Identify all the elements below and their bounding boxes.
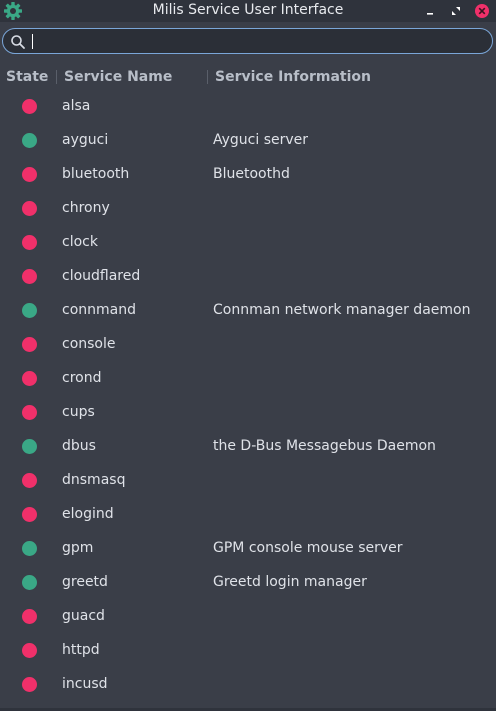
service-name: dnsmasq — [62, 472, 126, 488]
service-name: cups — [62, 404, 95, 420]
table-row[interactable]: ayguci Ayguci server — [0, 124, 496, 158]
status-indicator — [22, 201, 37, 216]
table-row[interactable]: alsa — [0, 90, 496, 124]
maximize-button[interactable] — [447, 2, 465, 20]
service-name: bluetooth — [62, 166, 130, 182]
service-name: connmand — [62, 302, 136, 318]
status-indicator — [22, 541, 37, 556]
service-information: the D-Bus Messagebus Daemon — [213, 438, 436, 454]
service-name: incusd — [62, 676, 108, 692]
title-bar: Milis Service User Interface — [0, 0, 496, 22]
service-information: Bluetoothd — [213, 166, 290, 182]
table-row[interactable]: crond — [0, 362, 496, 396]
table-row[interactable]: dnsmasq — [0, 464, 496, 498]
status-indicator — [22, 507, 37, 522]
status-indicator — [22, 167, 37, 182]
close-icon — [475, 4, 489, 18]
status-indicator — [22, 677, 37, 692]
table-row[interactable]: connmand Connman network manager daemon — [0, 294, 496, 328]
table-row[interactable]: cups — [0, 396, 496, 430]
service-name: httpd — [62, 642, 100, 658]
status-indicator — [22, 303, 37, 318]
search-input[interactable] — [31, 31, 486, 51]
service-name: greetd — [62, 574, 108, 590]
table-row[interactable]: elogind — [0, 498, 496, 532]
search-bar[interactable] — [2, 28, 493, 54]
table-row[interactable]: gpm GPM console mouse server — [0, 532, 496, 566]
table-row[interactable]: console — [0, 328, 496, 362]
column-divider[interactable] — [207, 70, 208, 84]
service-name: cloudflared — [62, 268, 141, 284]
service-name: dbus — [62, 438, 96, 454]
status-indicator — [22, 643, 37, 658]
column-header-service-name[interactable]: Service Name — [64, 69, 172, 85]
search-icon — [11, 35, 25, 49]
minimize-icon — [427, 13, 433, 15]
table-row[interactable]: greetd Greetd login manager — [0, 566, 496, 600]
service-name: console — [62, 336, 116, 352]
table-row[interactable]: dbus the D-Bus Messagebus Daemon — [0, 430, 496, 464]
status-indicator — [22, 371, 37, 386]
status-indicator — [22, 269, 37, 284]
status-indicator — [22, 133, 37, 148]
service-name: gpm — [62, 540, 94, 556]
table-row[interactable]: guacd — [0, 600, 496, 634]
table-row[interactable]: clock — [0, 226, 496, 260]
text-cursor — [32, 34, 33, 49]
service-information: Ayguci server — [213, 132, 309, 148]
status-indicator — [22, 405, 37, 420]
service-name: ayguci — [62, 132, 109, 148]
status-indicator — [22, 473, 37, 488]
service-name: elogind — [62, 506, 114, 522]
service-name: chrony — [62, 200, 110, 216]
service-list: alsa ayguci Ayguci server bluetooth Bluetoot… — [0, 90, 496, 702]
status-indicator — [22, 609, 37, 624]
service-name: clock — [62, 234, 98, 250]
table-row[interactable]: incusd — [0, 668, 496, 702]
minimize-button[interactable] — [421, 2, 439, 20]
service-information: Greetd login manager — [213, 574, 367, 590]
service-information: Connman network manager daemon — [213, 302, 471, 318]
status-indicator — [22, 337, 37, 352]
status-indicator — [22, 235, 37, 250]
service-name: guacd — [62, 608, 105, 624]
service-name: crond — [62, 370, 102, 386]
column-divider[interactable] — [56, 70, 57, 84]
column-header-state[interactable]: State — [6, 69, 48, 85]
service-information: GPM console mouse server — [213, 540, 403, 556]
table-row[interactable]: cloudflared — [0, 260, 496, 294]
column-header-service-information[interactable]: Service Information — [215, 69, 371, 85]
status-indicator — [22, 439, 37, 454]
close-button[interactable] — [473, 2, 491, 20]
status-indicator — [22, 99, 37, 114]
status-indicator — [22, 575, 37, 590]
maximize-icon — [452, 7, 460, 15]
table-header: State Service Name Service Information — [0, 64, 496, 92]
table-row[interactable]: bluetooth Bluetoothd — [0, 158, 496, 192]
table-row[interactable]: httpd — [0, 634, 496, 668]
table-row[interactable]: chrony — [0, 192, 496, 226]
service-name: alsa — [62, 98, 91, 114]
